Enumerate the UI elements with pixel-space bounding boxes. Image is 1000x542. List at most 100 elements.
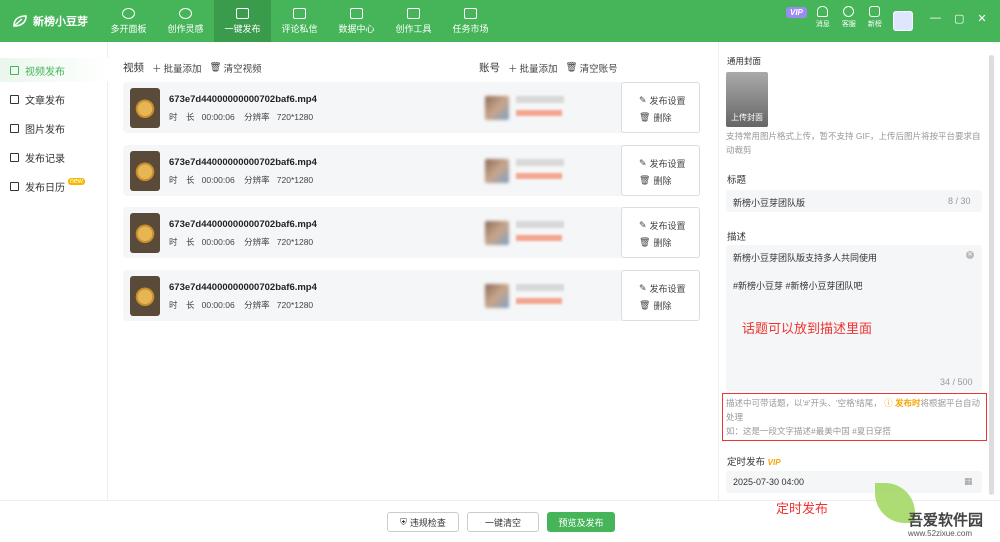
chat-icon <box>293 7 306 19</box>
sidebar-item-video[interactable]: 视频发布 <box>0 58 108 82</box>
notice-text: 描述中可带话题，以'#'开头、'空格'结尾， <box>726 398 882 408</box>
title-label: 标题 <box>727 175 747 186</box>
account-avatar <box>485 96 509 120</box>
video-thumbnail[interactable] <box>130 88 160 128</box>
button-label: 一键清空 <box>484 517 521 528</box>
delete-button[interactable]: 🗑 删除 <box>639 299 671 312</box>
description-label: 描述 <box>727 232 747 243</box>
duration-label: 时 长 <box>169 237 195 247</box>
minimize-icon[interactable]: — <box>930 12 941 25</box>
delete-button[interactable]: 🗑 删除 <box>639 236 671 249</box>
duration-value: 00:00:06 <box>201 175 235 185</box>
xinbang-button[interactable]: 新榜 <box>865 6 885 29</box>
resolution-label: 分辨率 <box>244 300 270 310</box>
clear-account-button[interactable]: 🗑 清空账号 <box>566 61 618 75</box>
leaf-icon <box>179 7 192 19</box>
messages-button[interactable]: 消息 <box>813 6 833 29</box>
clear-text-icon[interactable]: ✕ <box>966 251 974 259</box>
watermark-title: 吾爱软件园 <box>908 512 984 529</box>
video-thumbnail[interactable] <box>130 151 160 191</box>
account-name-blurred <box>516 159 564 166</box>
publish-settings-button[interactable]: ✎ 发布设置 <box>639 219 686 232</box>
batch-add-video-button[interactable]: ＋批量添加 <box>152 61 202 75</box>
nav-comments[interactable]: 评论私信 <box>271 0 328 42</box>
button-label: 删除 <box>653 113 672 123</box>
resolution-value: 720*1280 <box>276 112 314 122</box>
clear-video-button[interactable]: 🗑 清空视频 <box>210 61 262 75</box>
user-avatar[interactable] <box>893 11 913 31</box>
publish-settings-button[interactable]: ✎ 发布设置 <box>639 282 686 295</box>
notice-highlight: 发布时 <box>894 398 921 408</box>
button-label: 预览及发布 <box>558 517 604 528</box>
violation-check-button[interactable]: ⛨ 违规检查 <box>387 512 459 532</box>
preview-publish-button[interactable]: 预览及发布 <box>547 512 615 532</box>
button-label: 违规检查 <box>409 517 446 528</box>
panel-scrollbar[interactable] <box>989 55 994 495</box>
duration-value: 00:00:06 <box>201 300 235 310</box>
app-logo: 新榜小豆芽 <box>12 13 88 29</box>
users-icon <box>122 7 135 19</box>
nav-one-click-publish[interactable]: 一键发布 <box>214 0 271 42</box>
main-nav: 多开面板 创作灵感 一键发布 评论私信 数据中心 创作工具 任务市场 <box>100 0 499 42</box>
sprout-logo-icon <box>13 15 27 27</box>
nav-task-market[interactable]: 任务市场 <box>442 0 499 42</box>
image-icon <box>10 123 19 133</box>
document-icon <box>10 94 19 104</box>
publish-settings-button[interactable]: ✎ 发布设置 <box>639 157 686 170</box>
video-meta: 时 长 00:00:06 分辨率 720*1280 <box>169 299 313 311</box>
nav-tools[interactable]: 创作工具 <box>385 0 442 42</box>
description-topics: #新榜小豆芽 #新榜小豆芽团队吧 <box>733 281 863 291</box>
maximize-icon[interactable]: ▢ <box>954 12 964 25</box>
window-controls: — ▢ ✕ <box>930 12 987 25</box>
nav-data-center[interactable]: 数据中心 <box>328 0 385 42</box>
clear-all-button[interactable]: 一键清空 <box>467 512 539 532</box>
button-label: 发布设置 <box>649 159 686 169</box>
watermark-url: www.52zixue.com <box>908 529 973 538</box>
account-name-blurred <box>516 221 564 228</box>
account-name-blurred <box>516 96 564 103</box>
sidebar-item-label: 发布记录 <box>25 153 65 165</box>
resolution-value: 720*1280 <box>276 300 314 310</box>
delete-button[interactable]: 🗑 删除 <box>639 111 671 124</box>
vip-badge[interactable]: VIP <box>786 7 807 18</box>
edit-icon: ✎ <box>639 95 647 105</box>
resolution-value: 720*1280 <box>276 175 314 185</box>
video-thumbnail[interactable] <box>130 276 160 316</box>
upload-cover-button[interactable]: 上传封面 <box>726 72 768 127</box>
service-button[interactable]: 客服 <box>839 6 859 29</box>
upload-cover-label: 上传封面 <box>731 113 763 122</box>
button-label: 删除 <box>653 238 672 248</box>
tool-label: 客服 <box>841 21 856 28</box>
chart-icon <box>350 7 363 19</box>
topic-notice: 描述中可带话题，以'#'开头、'空格'结尾， ⓘ 发布时将根据平台自动处理 如：这… <box>722 393 987 441</box>
button-label: 删除 <box>653 176 672 186</box>
video-header: 视频 ＋批量添加 🗑 清空视频 <box>123 60 262 75</box>
schedule-label-text: 定时发布 <box>727 457 766 468</box>
batch-add-account-button[interactable]: ＋批量添加 <box>508 61 558 75</box>
cover-hint: 支持常用图片格式上传，暂不支持 GIF，上传后图片将按平台要求自动裁剪 <box>726 131 981 155</box>
toolbox-icon <box>407 7 420 19</box>
headset-icon <box>843 6 855 17</box>
publish-settings-button[interactable]: ✎ 发布设置 <box>639 94 686 107</box>
video-filename: 673e7d44000000000702baf6.mp4 <box>169 282 317 293</box>
description-line: 新榜小豆芽团队版支持多人共同使用 <box>733 253 878 263</box>
delete-button[interactable]: 🗑 删除 <box>639 174 671 187</box>
sidebar-item-calendar[interactable]: 发布日历 new <box>0 174 108 198</box>
row-actions: ✎ 发布设置 🗑 删除 <box>621 145 700 196</box>
sidebar-item-image[interactable]: 图片发布 <box>0 116 108 140</box>
annotation-schedule: 定时发布 <box>776 501 829 516</box>
trash-icon: 🗑 <box>565 62 578 73</box>
button-label: 删除 <box>653 301 672 311</box>
nav-multi-panel[interactable]: 多开面板 <box>100 0 157 42</box>
schedule-value: 2025-07-30 04:00 <box>733 477 805 487</box>
video-thumbnail[interactable] <box>130 213 160 253</box>
title-input[interactable]: 新榜小豆芽团队版 8 / 30 <box>726 190 982 212</box>
nav-inspiration[interactable]: 创作灵感 <box>157 0 214 42</box>
description-counter: 34 / 500 <box>940 377 973 387</box>
close-icon[interactable]: ✕ <box>977 12 986 25</box>
duration-label: 时 长 <box>169 175 195 185</box>
trash-icon: 🗑 <box>209 62 222 73</box>
video-filename: 673e7d44000000000702baf6.mp4 <box>169 94 317 105</box>
sidebar-item-records[interactable]: 发布记录 <box>0 145 108 169</box>
sidebar-item-article[interactable]: 文章发布 <box>0 87 108 111</box>
